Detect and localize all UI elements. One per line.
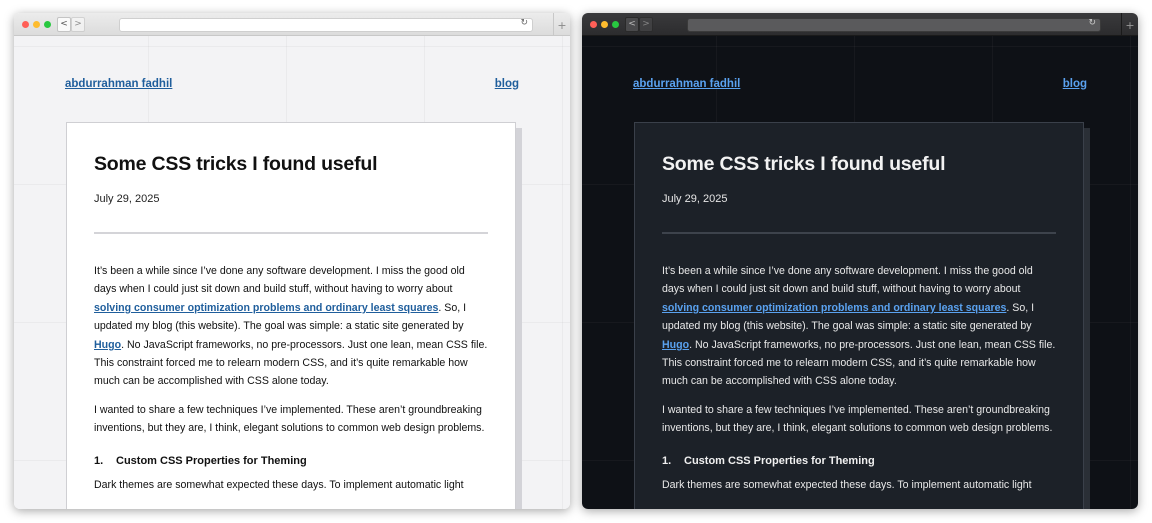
browser-titlebar: < > ↻ + (582, 13, 1138, 36)
new-tab-button[interactable]: + (553, 13, 570, 35)
paragraph-text: . No JavaScript frameworks, no pre-proce… (662, 338, 1056, 388)
minimize-window-icon[interactable] (33, 21, 40, 28)
post-title: Some CSS tricks I found useful (662, 153, 946, 175)
post-paragraph: I wanted to share a few techniques I’ve … (662, 403, 1053, 435)
post-paragraph: Dark themes are somewhat expected these … (94, 478, 464, 491)
section-title: Custom CSS Properties for Theming (116, 454, 307, 467)
reload-icon[interactable]: ↻ (520, 18, 528, 28)
site-title-link[interactable]: abdurrahman fadhil (65, 78, 172, 90)
page-viewport: abdurrahman fadhil blog Some CSS tricks … (582, 36, 1138, 509)
zoom-window-icon[interactable] (44, 21, 51, 28)
section-title: Custom CSS Properties for Theming (684, 454, 875, 467)
nav-blog-link[interactable]: blog (1063, 78, 1087, 90)
post-paragraph: It’s been a while since I’ve done any so… (662, 262, 1056, 391)
post-date: July 29, 2025 (94, 193, 160, 205)
paragraph-text: It’s been a while since I’ve done any so… (662, 265, 1033, 296)
paragraph-text: . No JavaScript frameworks, no pre-proce… (94, 338, 488, 388)
section-heading: 1. Custom CSS Properties for Theming (94, 455, 488, 467)
zoom-window-icon[interactable] (612, 21, 619, 28)
post-title: Some CSS tricks I found useful (94, 153, 378, 175)
section-heading: 1. Custom CSS Properties for Theming (662, 455, 1056, 467)
post-paragraph: It’s been a while since I’ve done any so… (94, 262, 488, 391)
close-window-icon[interactable] (590, 21, 597, 28)
section-number: 1. (662, 454, 672, 467)
post-paragraph: I wanted to share a few techniques I’ve … (94, 403, 485, 435)
back-button[interactable]: < (625, 17, 639, 32)
post-card: Some CSS tricks I found useful July 29, … (66, 122, 516, 509)
site-title-link[interactable]: abdurrahman fadhil (633, 78, 740, 90)
close-window-icon[interactable] (22, 21, 29, 28)
hugo-link[interactable]: Hugo (94, 339, 121, 351)
back-button[interactable]: < (57, 17, 71, 32)
post-paragraph: Dark themes are somewhat expected these … (662, 478, 1032, 491)
consumer-optimization-link[interactable]: solving consumer optimization problems a… (662, 302, 1006, 314)
post-date: July 29, 2025 (662, 193, 728, 205)
nav-blog-link[interactable]: blog (495, 78, 519, 90)
paragraph-text: It’s been a while since I’ve done any so… (94, 265, 465, 296)
page-viewport: abdurrahman fadhil blog Some CSS tricks … (14, 36, 570, 509)
browser-titlebar: < > ↻ + (14, 13, 570, 36)
browser-window-dark: < > ↻ + abdurrahman fadhil blog Some CSS… (582, 13, 1138, 509)
reload-icon[interactable]: ↻ (1088, 18, 1096, 28)
consumer-optimization-link[interactable]: solving consumer optimization problems a… (94, 302, 438, 314)
address-bar[interactable]: ↻ (119, 18, 533, 32)
divider (662, 232, 1056, 234)
minimize-window-icon[interactable] (601, 21, 608, 28)
hugo-link[interactable]: Hugo (662, 339, 689, 351)
divider (94, 232, 488, 234)
new-tab-button[interactable]: + (1121, 13, 1138, 35)
section-number: 1. (94, 454, 104, 467)
forward-button[interactable]: > (639, 17, 653, 32)
forward-button[interactable]: > (71, 17, 85, 32)
browser-window-light: < > ↻ + abdurrahman fadhil blog Some CSS… (14, 13, 570, 509)
post-card: Some CSS tricks I found useful July 29, … (634, 122, 1084, 509)
address-bar[interactable]: ↻ (687, 18, 1101, 32)
